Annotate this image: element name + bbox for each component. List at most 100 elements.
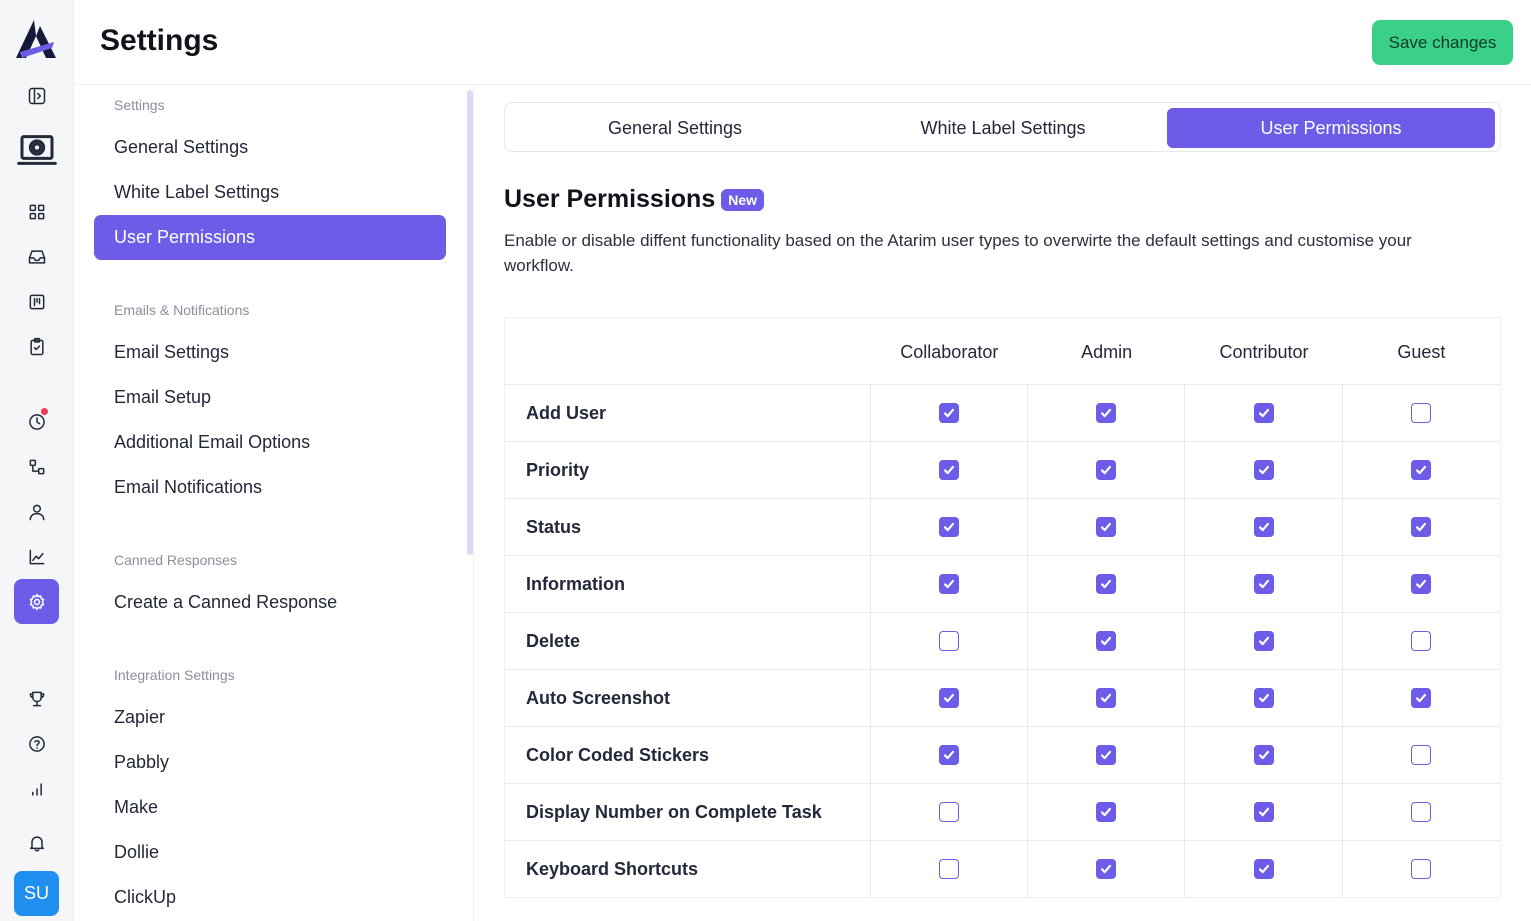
- sidebar-item-white-label-settings[interactable]: White Label Settings: [94, 170, 446, 215]
- help-icon[interactable]: [14, 721, 59, 766]
- sidebar-scrollbar[interactable]: [467, 90, 473, 555]
- section-title-text: User Permissions: [504, 185, 716, 213]
- permission-checkbox[interactable]: [1411, 403, 1432, 423]
- tab-white-label-settings[interactable]: White Label Settings: [839, 108, 1167, 148]
- sidebar-item-email-settings[interactable]: Email Settings: [94, 330, 446, 375]
- checkmark-icon: [943, 408, 954, 418]
- permission-checkbox[interactable]: [1411, 859, 1432, 879]
- sidebar-item-email-notifications[interactable]: Email Notifications: [94, 465, 446, 510]
- table-row: Status: [505, 498, 1500, 555]
- permission-checkbox[interactable]: [1096, 517, 1117, 537]
- permission-checkbox[interactable]: [1253, 688, 1274, 708]
- permission-checkbox[interactable]: [1411, 574, 1432, 594]
- permission-checkbox[interactable]: [1253, 460, 1274, 480]
- checkmark-icon: [1258, 750, 1269, 760]
- sidebar-item-dollie[interactable]: Dollie: [94, 830, 446, 875]
- inbox-icon[interactable]: [14, 234, 59, 279]
- atarim-logo[interactable]: [14, 18, 58, 60]
- permission-cell-collaborator: [871, 556, 1028, 612]
- column-header-admin: Admin: [1081, 341, 1133, 362]
- permission-checkbox[interactable]: [938, 859, 959, 879]
- permission-checkbox[interactable]: [938, 574, 959, 594]
- permission-cell-admin: [1028, 841, 1186, 897]
- settings-laptop-icon[interactable]: [14, 126, 59, 174]
- permission-checkbox[interactable]: [938, 460, 959, 480]
- workflow-icon[interactable]: [14, 444, 59, 489]
- permission-checkbox[interactable]: [1253, 517, 1274, 537]
- chart-line-icon[interactable]: [14, 534, 59, 579]
- tab-general-settings[interactable]: General Settings: [511, 108, 839, 148]
- sidebar-item-user-permissions[interactable]: User Permissions: [94, 215, 446, 260]
- permission-cell-collaborator: [871, 442, 1028, 498]
- group-title-integration-settings: Integration Settings: [114, 667, 235, 683]
- permission-cell-collaborator: [871, 841, 1028, 897]
- bar-chart-icon[interactable]: [14, 766, 59, 811]
- permission-checkbox[interactable]: [1096, 574, 1117, 594]
- sidebar-item-zapier[interactable]: Zapier: [94, 695, 446, 740]
- table-row: Auto Screenshot: [505, 669, 1500, 726]
- permission-checkbox[interactable]: [938, 403, 959, 423]
- sidebar-item-create-canned-response[interactable]: Create a Canned Response: [94, 580, 446, 625]
- permission-cell-admin: [1028, 784, 1186, 840]
- group-title-canned-responses: Canned Responses: [114, 552, 237, 568]
- icon-rail: SU: [0, 0, 74, 921]
- permission-cell-guest: [1343, 670, 1500, 726]
- sidebar-item-general-settings[interactable]: General Settings: [94, 125, 446, 170]
- permission-label: Keyboard Shortcuts: [505, 841, 871, 897]
- permissions-table: Collaborator Admin Contributor Guest Add…: [504, 317, 1501, 898]
- permission-checkbox[interactable]: [1096, 859, 1117, 879]
- clipboard-icon[interactable]: [14, 324, 59, 369]
- board-icon[interactable]: [14, 279, 59, 324]
- permission-checkbox[interactable]: [938, 745, 959, 765]
- permission-checkbox[interactable]: [1253, 859, 1274, 879]
- header-spacer: [505, 318, 871, 384]
- permission-checkbox[interactable]: [1096, 403, 1117, 423]
- trophy-icon[interactable]: [14, 676, 59, 721]
- gear-icon[interactable]: [14, 579, 59, 624]
- permission-cell-guest: [1343, 727, 1500, 783]
- group-title-emails-notifications: Emails & Notifications: [114, 302, 250, 318]
- sidebar-item-clickup[interactable]: ClickUp: [94, 875, 446, 920]
- permission-checkbox[interactable]: [938, 802, 959, 822]
- permission-checkbox[interactable]: [1411, 745, 1432, 765]
- permission-cell-guest: [1343, 499, 1500, 555]
- permission-checkbox[interactable]: [1096, 745, 1117, 765]
- permission-checkbox[interactable]: [938, 688, 959, 708]
- permission-checkbox[interactable]: [1096, 688, 1117, 708]
- checkmark-icon: [1416, 465, 1427, 475]
- sidebar-toggle-icon[interactable]: [14, 73, 59, 118]
- permission-checkbox[interactable]: [1096, 460, 1117, 480]
- permission-checkbox[interactable]: [1411, 631, 1432, 651]
- permission-checkbox[interactable]: [1096, 631, 1117, 651]
- permission-cell-collaborator: [871, 784, 1028, 840]
- permission-checkbox[interactable]: [1411, 517, 1432, 537]
- permission-cell-admin: [1028, 670, 1186, 726]
- permission-label: Color Coded Stickers: [505, 727, 871, 783]
- permission-checkbox[interactable]: [1253, 631, 1274, 651]
- section-description: Enable or disable diffent functionality …: [504, 231, 1412, 275]
- sidebar-item-make[interactable]: Make: [94, 785, 446, 830]
- checkmark-icon: [1416, 579, 1427, 589]
- checkmark-icon: [943, 750, 954, 760]
- permission-checkbox[interactable]: [1253, 403, 1274, 423]
- save-changes-button[interactable]: Save changes: [1372, 20, 1513, 65]
- user-avatar[interactable]: SU: [14, 871, 59, 916]
- user-icon[interactable]: [14, 489, 59, 534]
- permission-checkbox[interactable]: [1253, 574, 1274, 594]
- permission-checkbox[interactable]: [938, 631, 959, 651]
- permission-checkbox[interactable]: [1411, 460, 1432, 480]
- bell-icon[interactable]: [14, 820, 59, 865]
- permission-checkbox[interactable]: [1411, 688, 1432, 708]
- sidebar-item-pabbly[interactable]: Pabbly: [94, 740, 446, 785]
- sidebar-item-additional-email-options[interactable]: Additional Email Options: [94, 420, 446, 465]
- dashboard-grid-icon[interactable]: [14, 189, 59, 234]
- permission-checkbox[interactable]: [1096, 802, 1117, 822]
- tab-user-permissions[interactable]: User Permissions: [1167, 108, 1495, 148]
- permission-checkbox[interactable]: [1411, 802, 1432, 822]
- permission-checkbox[interactable]: [938, 517, 959, 537]
- permission-checkbox[interactable]: [1253, 802, 1274, 822]
- sidebar-item-email-setup[interactable]: Email Setup: [94, 375, 446, 420]
- clock-icon[interactable]: [14, 399, 59, 444]
- table-row: Delete: [505, 612, 1500, 669]
- permission-checkbox[interactable]: [1253, 745, 1274, 765]
